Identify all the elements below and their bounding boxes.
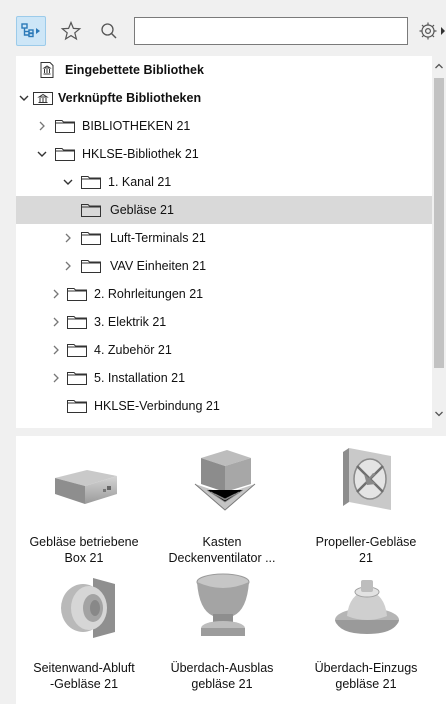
star-icon — [60, 20, 82, 41]
caption-line: Propeller-Gebläse — [315, 535, 417, 549]
grid-item-ceiling-fan[interactable]: Kasten Deckenventilator ... — [152, 440, 292, 568]
tree-item-hklse-verbindung[interactable]: HKLSE-Verbindung 21 — [16, 392, 432, 420]
scroll-down-icon[interactable] — [432, 406, 446, 422]
search-icon — [101, 23, 117, 39]
tree-item-label: 4. Zubehör 21 — [94, 343, 172, 357]
tree-item-label: Gebläse 21 — [110, 203, 174, 217]
tree-item-kanal[interactable]: 1. Kanal 21 — [16, 168, 432, 196]
tree-item-label: HKLSE-Bibliothek 21 — [82, 147, 199, 161]
chevron-right-icon[interactable] — [50, 344, 62, 356]
folder-icon — [80, 173, 102, 191]
tree-item-label: HKLSE-Verbindung 21 — [94, 399, 220, 413]
tree-item-label: 1. Kanal 21 — [108, 175, 172, 189]
chevron-down-icon[interactable] — [36, 148, 48, 160]
caption-line: Kasten — [202, 535, 242, 549]
tree-item-vav-einheiten[interactable]: VAV Einheiten 21 — [16, 252, 432, 280]
tree-item-rohrleitungen[interactable]: 2. Rohrleitungen 21 — [16, 280, 432, 308]
caption-line: Überdach-Einzugs — [314, 661, 418, 675]
folder-icon — [80, 229, 102, 247]
tree-item-installation[interactable]: 5. Installation 21 — [16, 364, 432, 392]
settings-icon — [419, 22, 445, 40]
caption-line: 21 — [359, 551, 373, 565]
caption-line: Deckenventilator ... — [168, 551, 276, 565]
toolbar — [0, 0, 446, 56]
caption-line: Gebläse betriebene — [29, 535, 139, 549]
tree-item-zubehoer[interactable]: 4. Zubehör 21 — [16, 336, 432, 364]
tree-view-icon — [21, 23, 40, 38]
tree-item-linked-libraries[interactable]: Verknüpfte Bibliotheken — [16, 84, 432, 112]
folder-icon — [80, 201, 102, 219]
tree-item-elektrik[interactable]: 3. Elektrik 21 — [16, 308, 432, 336]
panel-splitter[interactable] — [0, 428, 446, 436]
object-grid: Gebläse betriebene Box 21 Kasten Deckenv… — [16, 436, 446, 704]
grid-item-caption: Überdach-Einzugs gebläse 21 — [296, 660, 436, 692]
search-button[interactable] — [94, 16, 124, 46]
scroll-up-icon[interactable] — [432, 58, 446, 74]
folder-icon — [66, 285, 88, 303]
tree-item-label: 3. Elektrik 21 — [94, 315, 167, 329]
tree-scrollbar[interactable] — [432, 56, 446, 428]
grid-item-propeller-fan[interactable]: Propeller-Gebläse 21 — [296, 440, 436, 568]
tree-item-bibliotheken[interactable]: BIBLIOTHEKEN 21 — [16, 112, 432, 140]
grid-item-roof-intake-fan[interactable]: Überdach-Einzugs gebläse 21 — [296, 566, 436, 694]
sidewall-fan-icon — [61, 578, 115, 638]
tree-item-label: 5. Installation 21 — [94, 371, 186, 385]
grid-item-caption: Gebläse betriebene Box 21 — [14, 534, 154, 566]
grid-item-caption: Kasten Deckenventilator ... — [152, 534, 292, 566]
caption-line: gebläse 21 — [191, 677, 253, 691]
tree-item-hklse-bibliothek[interactable]: HKLSE-Bibliothek 21 — [16, 140, 432, 168]
caption-line: gebläse 21 — [335, 677, 397, 691]
library-icon — [36, 61, 58, 79]
ceiling-fan-icon — [194, 450, 256, 511]
box-fan-icon — [55, 470, 117, 504]
library-tree: Eingebettete Bibliothek Verknüpfte Bibli… — [16, 56, 446, 428]
caption-line: Überdach-Ausblas — [170, 661, 274, 675]
tree-item-label: Luft-Terminals 21 — [110, 231, 206, 245]
chevron-right-icon[interactable] — [62, 260, 74, 272]
roof-exhaust-fan-icon — [196, 573, 250, 636]
caption-line: -Gebläse 21 — [49, 677, 119, 691]
grid-item-blower-box[interactable]: Gebläse betriebene Box 21 — [14, 440, 154, 568]
grid-item-caption: Seitenwand-Abluft -Gebläse 21 — [14, 660, 154, 692]
chevron-right-icon[interactable] — [50, 288, 62, 300]
chevron-right-icon[interactable] — [36, 120, 48, 132]
caption-line: Box 21 — [64, 551, 104, 565]
tree-item-label: BIBLIOTHEKEN 21 — [82, 119, 191, 133]
grid-item-sidewall-fan[interactable]: Seitenwand-Abluft -Gebläse 21 — [14, 566, 154, 694]
tree-item-label: Eingebettete Bibliothek — [65, 63, 204, 77]
caption-line: Seitenwand-Abluft — [33, 661, 135, 675]
chevron-right-icon[interactable] — [62, 232, 74, 244]
grid-item-roof-exhaust-fan[interactable]: Überdach-Ausblas gebläse 21 — [152, 566, 292, 694]
tree-item-label: Verknüpfte Bibliotheken — [58, 91, 202, 105]
tree-item-geblaese[interactable]: Gebläse 21 — [16, 196, 432, 224]
search-field[interactable] — [134, 17, 408, 45]
chevron-down-icon[interactable] — [18, 92, 30, 104]
tree-view-button[interactable] — [16, 16, 46, 46]
tree-item-embedded-library[interactable]: Eingebettete Bibliothek — [16, 56, 432, 84]
search-input[interactable] — [135, 18, 407, 44]
grid-item-caption: Überdach-Ausblas gebläse 21 — [152, 660, 292, 692]
library-icon — [32, 89, 54, 107]
folder-icon — [54, 117, 76, 135]
tree-item-luft-terminals[interactable]: Luft-Terminals 21 — [16, 224, 432, 252]
chevron-down-icon[interactable] — [62, 176, 74, 188]
folder-icon — [66, 341, 88, 359]
tree-item-label: 2. Rohrleitungen 21 — [94, 287, 204, 301]
folder-icon — [66, 397, 88, 415]
favorites-button[interactable] — [56, 16, 86, 46]
folder-icon — [66, 313, 88, 331]
folder-icon — [80, 257, 102, 275]
tree-item-label: VAV Einheiten 21 — [110, 259, 207, 273]
scrollbar-thumb[interactable] — [434, 78, 444, 368]
chevron-right-icon[interactable] — [50, 372, 62, 384]
roof-intake-fan-icon — [335, 580, 399, 634]
settings-button[interactable] — [416, 16, 446, 46]
grid-item-caption: Propeller-Gebläse 21 — [296, 534, 436, 566]
folder-icon — [66, 369, 88, 387]
chevron-right-icon[interactable] — [50, 316, 62, 328]
folder-icon — [54, 145, 76, 163]
propeller-fan-icon — [343, 448, 391, 510]
